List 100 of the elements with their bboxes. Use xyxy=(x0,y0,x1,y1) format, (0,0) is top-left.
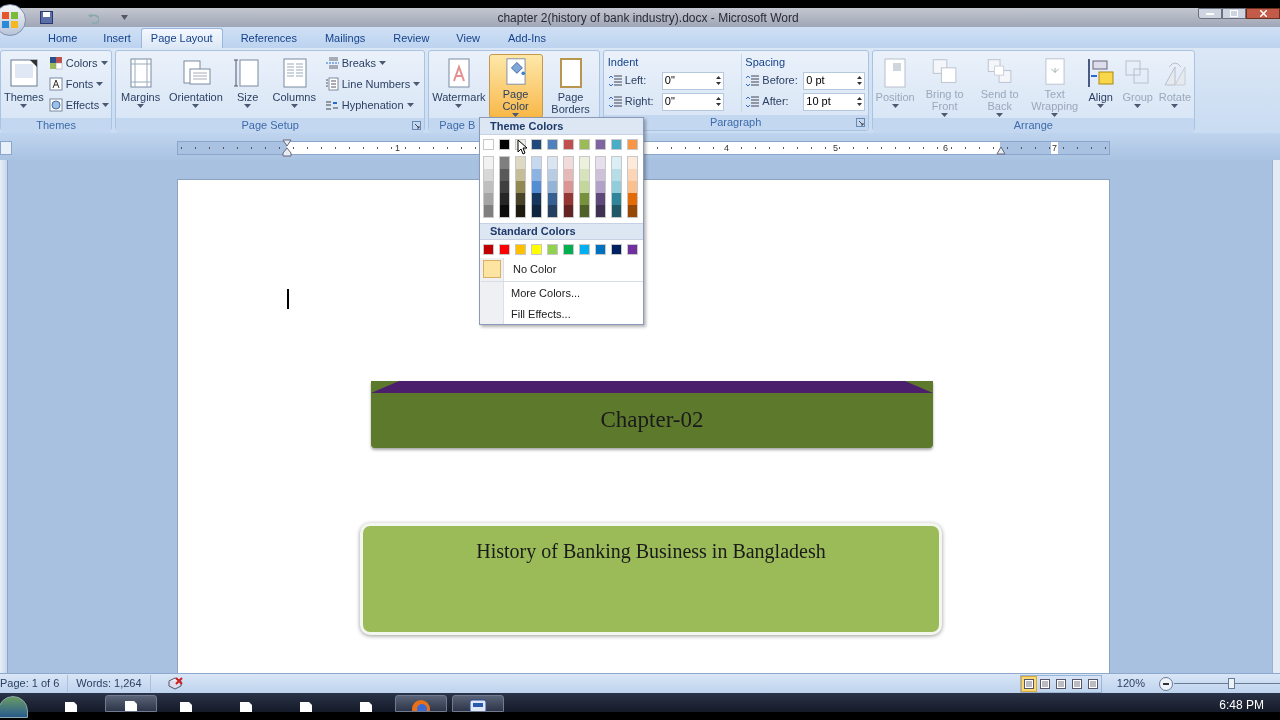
color-swatch[interactable] xyxy=(484,157,493,169)
ribbon-tab[interactable]: Mailings xyxy=(323,28,367,48)
color-swatch[interactable] xyxy=(516,193,525,205)
vertical-scrollbar[interactable] xyxy=(1272,160,1280,673)
color-swatch[interactable] xyxy=(532,169,541,181)
ribbon-tab[interactable]: Add-Ins xyxy=(507,28,547,48)
color-swatch[interactable] xyxy=(611,139,622,150)
ribbon-button[interactable]: Size xyxy=(229,54,266,118)
color-swatch[interactable] xyxy=(516,157,525,169)
indent-marker-icon[interactable] xyxy=(282,139,292,157)
color-swatch[interactable] xyxy=(612,181,621,193)
color-swatch[interactable] xyxy=(548,169,557,181)
color-swatch[interactable] xyxy=(516,205,525,217)
taskbar-button[interactable] xyxy=(452,695,504,712)
word-count[interactable]: Words: 1,264 xyxy=(68,675,151,692)
color-swatch[interactable] xyxy=(500,157,509,169)
color-swatch[interactable] xyxy=(564,193,573,205)
ribbon-button[interactable]: Themes xyxy=(2,54,46,118)
color-swatch[interactable] xyxy=(532,193,541,205)
color-swatch[interactable] xyxy=(532,157,541,169)
zoom-level[interactable]: 120% xyxy=(1116,675,1145,692)
color-swatch[interactable] xyxy=(516,169,525,181)
color-swatch[interactable] xyxy=(564,169,573,181)
color-swatch[interactable] xyxy=(596,157,605,169)
spin-arrows-icon[interactable] xyxy=(857,96,863,107)
color-swatch[interactable] xyxy=(548,157,557,169)
color-swatch[interactable] xyxy=(580,157,589,169)
color-swatch[interactable] xyxy=(628,169,637,181)
menu-item[interactable]: No Color xyxy=(481,257,643,281)
color-swatch[interactable] xyxy=(483,244,494,255)
close-button[interactable] xyxy=(1246,8,1280,19)
color-swatch[interactable] xyxy=(628,205,637,217)
ribbon-button[interactable]: Page Borders xyxy=(543,54,598,118)
ribbon-small-button[interactable]: Hyphenation xyxy=(323,96,422,114)
ribbon-tab[interactable]: Insert xyxy=(102,28,132,48)
ribbon-button[interactable]: Margins xyxy=(119,54,163,118)
tab-selector[interactable] xyxy=(0,141,12,155)
taskbar-button[interactable] xyxy=(105,695,157,712)
minimize-button[interactable] xyxy=(1198,8,1222,19)
ribbon-small-button[interactable]: Effects xyxy=(47,96,111,114)
color-swatch[interactable] xyxy=(484,193,493,205)
color-swatch[interactable] xyxy=(548,205,557,217)
ribbon-tab[interactable]: Page Layout xyxy=(140,28,223,48)
color-swatch[interactable] xyxy=(532,181,541,193)
ribbon-tab[interactable]: Home xyxy=(47,28,79,48)
color-swatch[interactable] xyxy=(483,139,494,150)
color-swatch[interactable] xyxy=(612,205,621,217)
page-count[interactable]: Page: 1 of 6 xyxy=(0,675,69,692)
color-swatch[interactable] xyxy=(563,244,574,255)
color-swatch[interactable] xyxy=(499,244,510,255)
color-swatch[interactable] xyxy=(580,181,589,193)
color-swatch[interactable] xyxy=(484,181,493,193)
view-button[interactable] xyxy=(1020,675,1037,692)
color-swatch[interactable] xyxy=(628,181,637,193)
ribbon-small-button[interactable]: Fonts xyxy=(47,75,111,93)
color-swatch[interactable] xyxy=(579,139,590,150)
color-swatch[interactable] xyxy=(500,205,509,217)
ribbon-small-button[interactable]: Colors xyxy=(47,54,111,72)
menu-item[interactable]: More Colors... xyxy=(506,284,643,302)
color-swatch[interactable] xyxy=(516,181,525,193)
dialog-launcher-icon[interactable] xyxy=(412,121,422,130)
color-swatch[interactable] xyxy=(579,244,590,255)
proofing-icon[interactable] xyxy=(166,676,183,691)
color-swatch[interactable] xyxy=(547,139,558,150)
undo-icon[interactable] xyxy=(87,11,99,24)
maximize-button[interactable] xyxy=(1222,8,1246,19)
save-icon[interactable] xyxy=(40,11,53,24)
spin-field[interactable]: 0 pt xyxy=(803,71,866,90)
ribbon-tab[interactable]: View xyxy=(455,28,481,48)
ribbon-small-button[interactable]: Breaks xyxy=(323,54,422,72)
spin-field[interactable]: 0" xyxy=(661,71,724,90)
color-swatch[interactable] xyxy=(500,181,509,193)
color-swatch[interactable] xyxy=(627,139,638,150)
color-swatch[interactable] xyxy=(580,169,589,181)
ribbon-button[interactable]: Watermark xyxy=(430,54,488,118)
color-swatch[interactable] xyxy=(612,169,621,181)
ribbon-button[interactable]: Columns xyxy=(270,54,318,118)
color-swatch[interactable] xyxy=(628,157,637,169)
color-swatch[interactable] xyxy=(531,244,542,255)
color-swatch[interactable] xyxy=(595,139,606,150)
ribbon-button[interactable]: Orientation xyxy=(167,54,225,118)
color-swatch[interactable] xyxy=(484,205,493,217)
color-swatch[interactable] xyxy=(548,193,557,205)
dialog-launcher-icon[interactable] xyxy=(855,118,865,127)
spin-arrows-icon[interactable] xyxy=(715,96,721,107)
color-swatch[interactable] xyxy=(564,157,573,169)
color-swatch[interactable] xyxy=(596,205,605,217)
ribbon-small-button[interactable]: Line Numbers xyxy=(323,75,422,93)
ribbon-button[interactable]: Align xyxy=(1082,54,1119,118)
spin-arrows-icon[interactable] xyxy=(857,75,863,86)
right-indent-marker-icon[interactable] xyxy=(996,146,1006,155)
start-button[interactable] xyxy=(0,696,28,718)
clock[interactable]: 6:48 PM xyxy=(1219,698,1264,712)
color-swatch[interactable] xyxy=(628,193,637,205)
spin-field[interactable]: 0" xyxy=(661,92,724,111)
ribbon-tab[interactable]: Review xyxy=(392,28,431,48)
menu-item[interactable]: Fill Effects... xyxy=(506,305,643,323)
color-swatch[interactable] xyxy=(532,205,541,217)
color-swatch[interactable] xyxy=(547,244,558,255)
color-swatch[interactable] xyxy=(627,244,638,255)
